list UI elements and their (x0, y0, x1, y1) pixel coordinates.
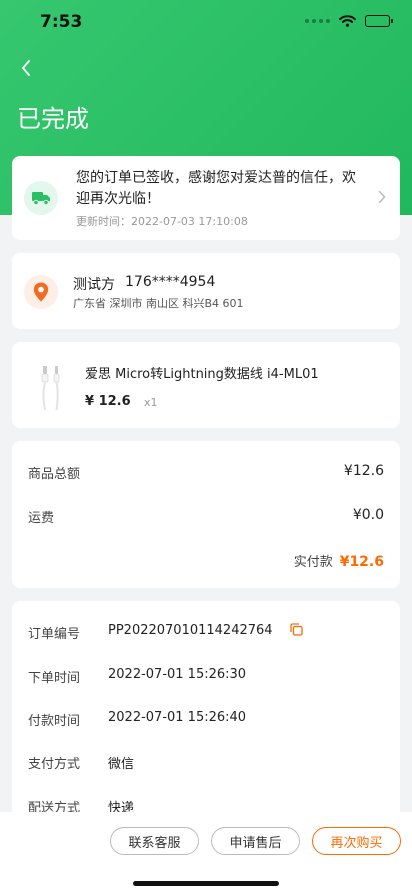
recipient-line: 测试方 176****4954 (73, 274, 215, 294)
bottom-action-bar: 联系客服 申请售后 再次购买 (0, 812, 412, 894)
paid-value: ¥12.6 (339, 554, 384, 570)
chevron-left-icon (22, 60, 30, 76)
location-pin-icon (24, 275, 58, 309)
cellular-signal-icon (305, 19, 330, 23)
shipping-value: ¥0.0 (352, 507, 384, 523)
recipient-name: 测试方 (73, 277, 115, 293)
pay-method-value: 微信 (108, 757, 135, 772)
status-icons (305, 15, 393, 27)
goods-total-label: 商品总额 (28, 467, 81, 482)
usb-cable-image (41, 366, 60, 411)
page-title: 已完成 (17, 105, 89, 133)
pay-time-label: 付款时间 (28, 714, 81, 729)
notice-update-time: 更新时间：2022-07-03 17:10:08 (76, 215, 248, 228)
order-no-label: 订单编号 (28, 627, 81, 642)
shipping-label: 运费 (28, 511, 55, 526)
goods-total-value: ¥12.6 (343, 463, 384, 479)
paid-label: 实付款 (293, 555, 333, 570)
paid-row: 实付款 ¥12.6 (294, 551, 384, 570)
after-sale-button[interactable]: 申请售后 (211, 827, 300, 855)
chevron-right-icon (378, 190, 386, 204)
wifi-icon (339, 15, 356, 27)
contact-service-button[interactable]: 联系客服 (110, 827, 199, 855)
order-time-label: 下单时间 (28, 671, 81, 686)
order-time-value: 2022-07-01 15:26:30 (108, 667, 247, 682)
product-item[interactable]: 爱思 Micro转Lightning数据线 i4-ML01 ¥ 12.6 x1 (12, 342, 400, 428)
battery-icon (365, 15, 393, 27)
address-detail: 广东省 深圳市 南山区 科兴B4 601 (73, 297, 244, 310)
notice-message: 您的订单已签收，感谢您对爱达普的信任，欢迎再次光临！ (76, 170, 356, 207)
home-indicator (133, 881, 279, 886)
status-bar: 7:53 (0, 0, 412, 46)
product-name: 爱思 Micro转Lightning数据线 i4-ML01 (85, 367, 319, 382)
copy-icon[interactable] (290, 623, 303, 636)
delivery-notice-card[interactable]: 您的订单已签收，感谢您对爱达普的信任，欢迎再次光临！ 更新时间：2022-07-… (12, 156, 400, 240)
order-no-value: PP202207010114242764 (108, 623, 273, 638)
back-button[interactable] (14, 56, 38, 80)
product-price: ¥ 12.6 (85, 394, 131, 409)
pay-method-label: 支付方式 (28, 757, 81, 772)
status-time: 7:53 (40, 12, 83, 32)
amount-summary-card: 商品总额 ¥12.6 运费 ¥0.0 实付款 ¥12.6 (12, 441, 400, 588)
product-quantity: x1 (144, 396, 158, 409)
truck-icon (24, 181, 58, 215)
address-card: 测试方 176****4954 广东省 深圳市 南山区 科兴B4 601 (12, 253, 400, 329)
buy-again-button[interactable]: 再次购买 (312, 827, 401, 855)
pay-time-value: 2022-07-01 15:26:40 (108, 710, 247, 725)
recipient-phone: 176****4954 (125, 274, 216, 290)
